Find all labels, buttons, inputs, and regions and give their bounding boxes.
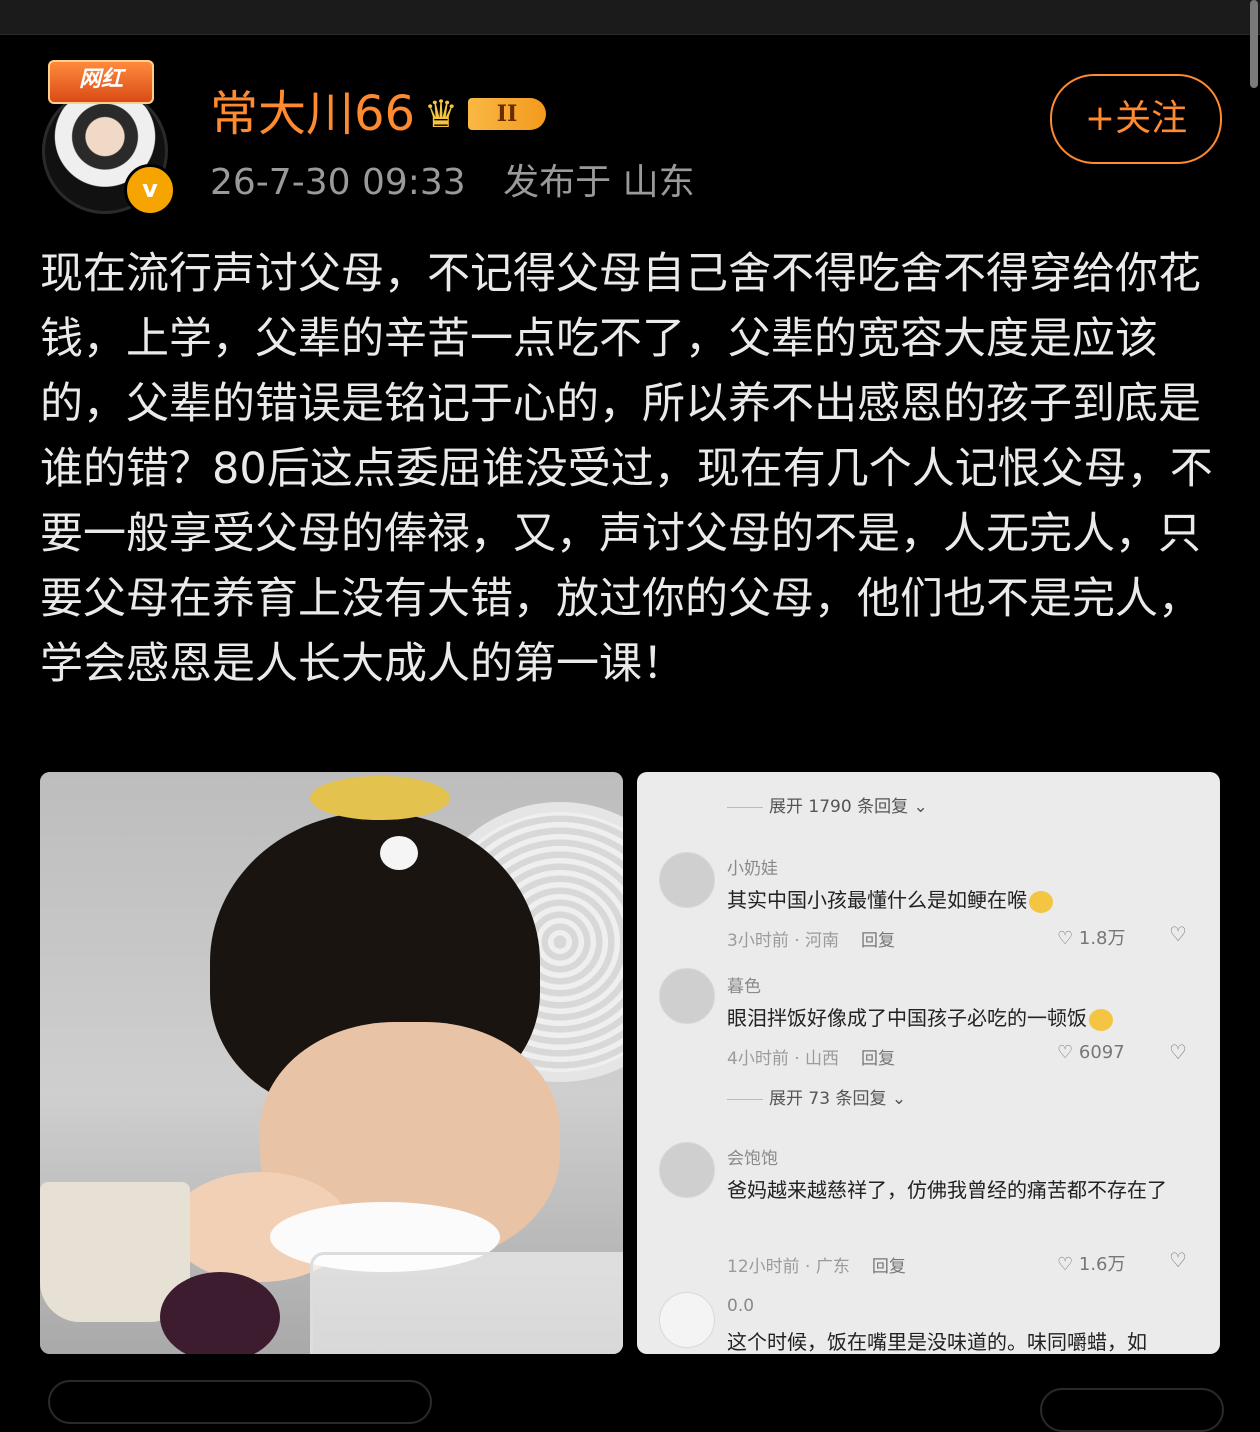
- comment-text: 这个时候，饭在嘴里是没味道的。味同嚼蜡，如: [727, 1330, 1147, 1354]
- like-count: ♡ 1.6万: [1057, 1254, 1126, 1275]
- bottom-action-pill[interactable]: [1040, 1388, 1224, 1432]
- hair-tie: [380, 836, 418, 870]
- chevron-down-icon: ⌄: [913, 797, 928, 817]
- verified-icon: v: [124, 164, 176, 216]
- crown-icon: ♛: [424, 92, 459, 136]
- comment-avatar: [659, 968, 715, 1024]
- comment-author: 0.0: [727, 1296, 755, 1316]
- comment-author: 小奶娃: [727, 859, 778, 879]
- like-count: ♡ 1.8万: [1057, 928, 1126, 949]
- comment-avatar: [659, 1292, 715, 1348]
- emoji-icon: [1029, 890, 1053, 913]
- comment-avatar: [659, 1142, 715, 1198]
- expand-replies-mid: 展开 73 条回复 ⌄: [727, 1084, 906, 1109]
- bottom-action-pill[interactable]: [48, 1380, 432, 1424]
- comment-author: 会饱饱: [727, 1149, 778, 1169]
- post-datetime: 26-7-30 09:33: [210, 162, 466, 203]
- follow-button[interactable]: +关注: [1050, 74, 1222, 164]
- comment-meta: 3小时前 · 河南 回复: [727, 931, 896, 951]
- comment-text: 眼泪拌饭好像成了中国孩子必吃的一顿饭: [727, 1000, 1197, 1036]
- expand-replies-top: 展开 1790 条回复 ⌄: [727, 792, 928, 817]
- heart-icon: ♡: [1057, 1254, 1074, 1275]
- scrollbar[interactable]: [1250, 0, 1258, 88]
- comment-text: 其实中国小孩最懂什么是如鲠在喉: [727, 882, 1197, 918]
- post-image-child-eating[interactable]: [40, 772, 623, 1354]
- comment-author: 暮色: [727, 977, 761, 997]
- like-count: ♡ 6097: [1057, 1042, 1125, 1063]
- author-name[interactable]: 常大川66: [210, 84, 415, 144]
- influencer-badge: 网红: [48, 60, 154, 104]
- top-status-bar: [0, 0, 1260, 35]
- post-meta: 26-7-30 09:33 发布于 山东: [210, 158, 695, 208]
- chevron-down-icon: ⌄: [891, 1089, 907, 1109]
- dislike-icon: ♡: [1169, 1040, 1187, 1064]
- member-level-badge: ♛ II: [424, 92, 550, 136]
- level-label: II: [468, 98, 546, 130]
- comment-avatar: [659, 852, 715, 908]
- comment-meta: 12小时前 · 广东 回复: [727, 1257, 906, 1277]
- heart-icon: ♡: [1057, 928, 1074, 949]
- food-container: [310, 1252, 623, 1354]
- post-location: 发布于 山东: [503, 162, 695, 203]
- comment-text: 爸妈越来越慈祥了，仿佛我曾经的痛苦都不存在了: [727, 1178, 1167, 1202]
- emoji-icon: [1089, 1008, 1113, 1031]
- post-image-comments-screenshot[interactable]: 展开 1790 条回复 ⌄ 小奶娃 其实中国小孩最懂什么是如鲠在喉 3小时前 ·…: [637, 772, 1220, 1354]
- divider: [727, 1098, 763, 1100]
- plum: [160, 1272, 280, 1354]
- divider: [727, 806, 763, 808]
- hair-clip: [310, 776, 450, 820]
- dislike-icon: ♡: [1169, 1248, 1187, 1272]
- heart-icon: ♡: [1057, 1042, 1074, 1063]
- comment-meta: 4小时前 · 山西 回复: [727, 1049, 896, 1069]
- dislike-icon: ♡: [1169, 922, 1187, 946]
- post-body-text: 现在流行声讨父母，不记得父母自己舍不得吃舍不得穿给你花钱，上学，父辈的辛苦一点吃…: [40, 249, 1213, 689]
